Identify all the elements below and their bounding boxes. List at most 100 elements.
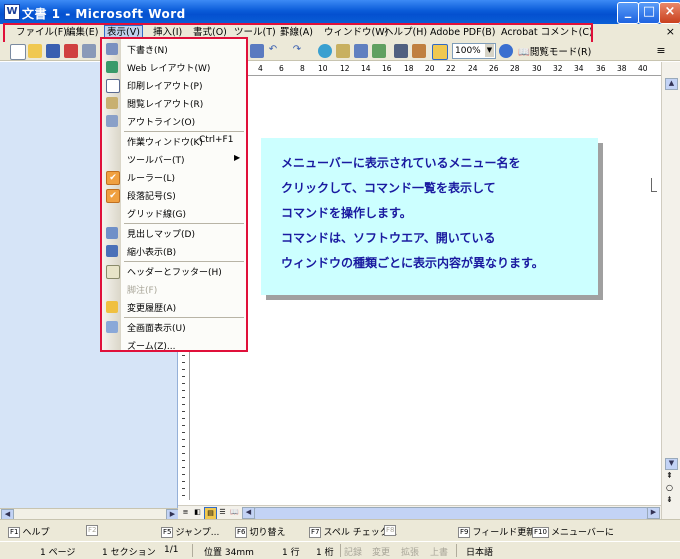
format-painter-icon[interactable] [250, 44, 264, 58]
previous-page-icon[interactable]: ⇞ [666, 471, 673, 480]
fkey-f1[interactable]: F1 ヘルプ [8, 525, 50, 538]
ruler-number: 38 [617, 64, 627, 73]
outline-view-small-icon[interactable]: ☰ [217, 507, 228, 518]
fkey-action: メニューバーに [550, 528, 614, 538]
undo-icon[interactable]: ↶ [266, 44, 280, 58]
explanation-callout: メニューバーに表示されているメニュー名を クリックして、コマンド一覧を表示して … [261, 138, 598, 295]
callout-line: ウィンドウの種類ごとに表示内容が異なります。 [281, 256, 544, 270]
browse-object-icon[interactable]: ○ [666, 483, 673, 492]
task-pane-scrollbar[interactable]: ◀ ▶ [0, 508, 179, 521]
fkey-f9[interactable]: F9 フィールド更新 [458, 525, 535, 538]
ruler-tick [182, 376, 185, 377]
help-icon[interactable] [499, 44, 513, 58]
word-doc-icon[interactable]: W [4, 4, 20, 20]
web-view-icon[interactable]: ◧ [192, 507, 203, 518]
ruler-tick [182, 383, 185, 384]
horizontal-ruler[interactable]: 4 6 8 10 12 14 16 18 20 22 24 26 28 30 3… [178, 62, 661, 76]
vertical-scrollbar[interactable]: ▲ ▼ ⇞ ○ ⇟ [661, 62, 680, 519]
chevron-down-icon[interactable]: ▼ [485, 44, 494, 57]
read-mode-button[interactable]: 📖閲覧モード(R) [518, 44, 591, 58]
ruler-tick [182, 425, 185, 426]
ruler-number: 26 [489, 64, 499, 73]
print-icon[interactable] [82, 44, 96, 58]
status-separator [456, 544, 457, 557]
document-map-toolbar-icon[interactable] [432, 44, 448, 60]
status-column: 1 桁 [316, 548, 334, 558]
drawing-icon[interactable] [412, 44, 426, 58]
ruler-tick [182, 362, 185, 363]
read-mode-label: 閲覧モード(R) [529, 47, 592, 58]
ruler-number: 28 [510, 64, 520, 73]
tables-borders-icon[interactable] [336, 44, 350, 58]
fkey-f10[interactable]: F10 メニューバーに [532, 525, 614, 538]
close-document-icon[interactable]: × [666, 25, 675, 38]
normal-view-icon[interactable]: ≡ [180, 507, 191, 518]
status-position: 位置 34mm [204, 548, 254, 558]
ruler-tick [182, 411, 185, 412]
fkey-label: F10 [532, 527, 549, 538]
ruler-tick [182, 446, 185, 447]
ruler-tick [182, 453, 185, 454]
scroll-up-icon[interactable]: ▲ [665, 78, 678, 90]
fkey-action: 切り替え [249, 528, 286, 538]
reading-view-icon[interactable]: 📖 [229, 507, 240, 518]
ruler-number: 34 [574, 64, 584, 73]
fkey-f6[interactable]: F6 切り替え [235, 525, 286, 538]
ruler-tick [182, 418, 185, 419]
scroll-down-icon[interactable]: ▼ [665, 458, 678, 470]
ruler-number: 40 [638, 64, 648, 73]
fkey-f2: F2 [86, 525, 100, 536]
minimize-icon[interactable]: _ [617, 2, 639, 24]
text-boundary-mark [651, 178, 657, 192]
status-language[interactable]: 日本語 [466, 545, 493, 558]
status-page: 1 ページ [40, 548, 76, 558]
ruler-tick [182, 467, 185, 468]
close-icon[interactable]: × [659, 2, 680, 24]
ruler-tick [182, 474, 185, 475]
title-bar: W 文書 1 - Microsoft Word _ □ × [0, 0, 680, 24]
status-bar: 1 ページ 1 セクション 1/1 位置 34mm 1 行 1 桁 記録 変更 … [0, 541, 680, 559]
columns-icon[interactable] [394, 44, 408, 58]
fkey-action: フィールド更新 [472, 528, 536, 538]
insert-excel-icon[interactable] [372, 44, 386, 58]
fkey-label: F9 [458, 527, 471, 538]
status-line: 1 行 [282, 548, 300, 558]
hyperlink-icon[interactable] [318, 44, 332, 58]
redo-icon[interactable]: ↷ [290, 44, 304, 58]
ruler-tick [182, 439, 185, 440]
status-overtype[interactable]: 上書 [430, 545, 448, 558]
ruler-number: 14 [361, 64, 371, 73]
ruler-number: 36 [596, 64, 606, 73]
status-extend[interactable]: 拡張 [401, 545, 419, 558]
next-page-icon[interactable]: ⇟ [666, 495, 673, 504]
save-icon[interactable] [46, 44, 60, 58]
ruler-tick [182, 390, 185, 391]
ruler-tick [182, 460, 185, 461]
new-document-icon[interactable] [10, 44, 26, 60]
permission-icon[interactable] [64, 44, 78, 58]
callout-line: コマンドは、ソフトウエア、開いている [281, 231, 496, 245]
ruler-number: 24 [468, 64, 478, 73]
status-record[interactable]: 記録 [344, 545, 362, 558]
status-separator [340, 544, 341, 557]
ruler-tick [182, 369, 185, 370]
status-separator [192, 544, 193, 557]
ruler-number: 32 [553, 64, 563, 73]
fkey-f5[interactable]: F5 ジャンプ... [161, 525, 219, 538]
status-track-changes[interactable]: 変更 [372, 545, 390, 558]
horizontal-scrollbar[interactable]: ≡ ◧ ▤ ☰ 📖 ◀ ▶ [178, 505, 661, 520]
maximize-icon[interactable]: □ [638, 2, 660, 24]
fkey-label: F8 [384, 525, 397, 536]
open-folder-icon[interactable] [28, 44, 42, 58]
insert-table-icon[interactable] [354, 44, 368, 58]
ruler-number: 30 [532, 64, 542, 73]
toolbar-options-icon[interactable]: ≡ [654, 44, 668, 58]
dropdown-highlight-frame [100, 37, 248, 352]
callout-line: クリックして、コマンド一覧を表示して [281, 181, 496, 195]
status-section: 1 セクション [102, 548, 156, 558]
status-pages: 1/1 [164, 545, 179, 555]
ruler-tick [182, 495, 185, 496]
scroll-right-icon[interactable]: ▶ [647, 507, 660, 519]
book-icon: 📖 [518, 47, 530, 58]
window-title: 文書 1 - Microsoft Word [22, 7, 186, 21]
